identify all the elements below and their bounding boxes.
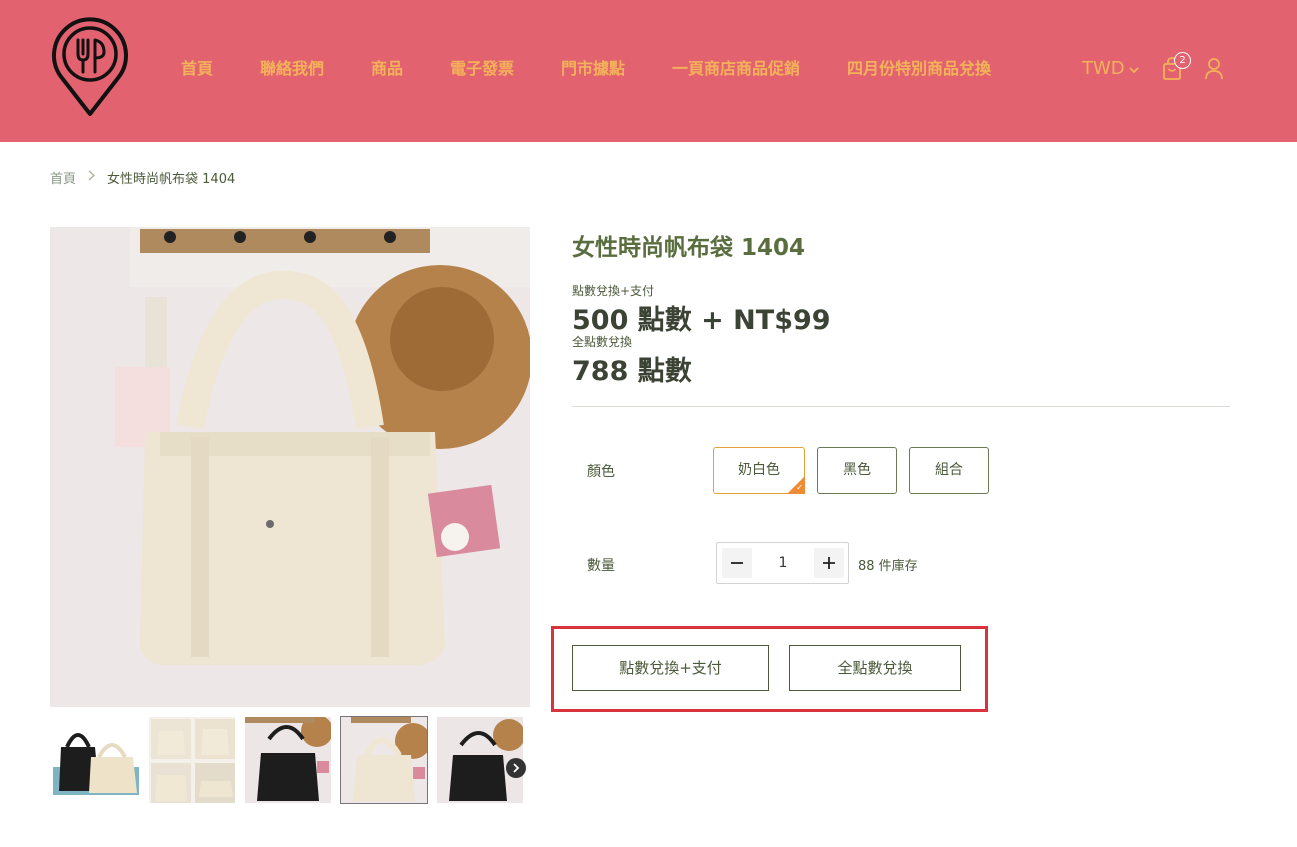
- breadcrumb-home[interactable]: 首頁: [50, 168, 76, 187]
- plus-icon: [822, 551, 836, 576]
- store-logo[interactable]: [50, 16, 130, 118]
- currency-selector[interactable]: TWD: [1082, 58, 1139, 79]
- thumbnails-next-button[interactable]: [506, 758, 526, 778]
- quantity-decrease-button[interactable]: [722, 548, 752, 578]
- check-icon: ✓: [796, 483, 803, 492]
- nav-item-e-invoice[interactable]: 電子發票: [450, 58, 514, 80]
- chevron-down-icon: [1129, 58, 1139, 79]
- breadcrumb: 首頁 女性時尚帆布袋 1404: [50, 168, 235, 187]
- color-option-black[interactable]: 黑色: [817, 447, 897, 494]
- redeem-points-plus-pay-button[interactable]: 點數兌換+支付: [572, 645, 769, 691]
- minus-icon: [730, 551, 744, 576]
- cart-count-badge: 2: [1174, 52, 1191, 69]
- color-option-combo[interactable]: 組合: [909, 447, 989, 494]
- quantity-input[interactable]: [757, 549, 809, 577]
- user-icon: [1203, 58, 1225, 85]
- thumbnail-3[interactable]: [244, 716, 332, 804]
- divider: [572, 406, 1230, 407]
- nav-item-products[interactable]: 商品: [371, 58, 403, 80]
- cart-button[interactable]: 2: [1162, 52, 1191, 82]
- color-option-cream[interactable]: 奶白色 ✓: [713, 447, 805, 494]
- thumbnail-1[interactable]: [52, 716, 140, 804]
- product-thumbnails: [50, 716, 530, 806]
- product-title: 女性時尚帆布袋 1404: [572, 235, 806, 261]
- user-account-button[interactable]: [1203, 57, 1225, 81]
- nav-item-home[interactable]: 首頁: [181, 58, 213, 80]
- price-full-points: 788 點數: [572, 356, 692, 387]
- price-points-plus-pay: 500 點數 + NT$99: [572, 305, 831, 336]
- quantity-label: 數量: [587, 558, 615, 574]
- nav-item-stores[interactable]: 門市據點: [561, 58, 625, 80]
- breadcrumb-current: 女性時尚帆布袋 1404: [107, 172, 236, 187]
- thumbnail-2[interactable]: [148, 716, 236, 804]
- nav-item-contact[interactable]: 聯絡我們: [260, 58, 324, 80]
- redeem-full-points-button[interactable]: 全點數兌換: [789, 645, 961, 691]
- chevron-right-icon: [88, 170, 95, 185]
- color-option-label: 組合: [935, 462, 963, 478]
- site-header: 首頁 聯絡我們 商品 電子發票 門市據點 一頁商店商品促銷 四月份特別商品兌換 …: [0, 0, 1297, 142]
- product-main-image[interactable]: [50, 227, 530, 707]
- color-option-label: 奶白色: [738, 462, 780, 478]
- quantity-stepper: [716, 542, 849, 584]
- price-option-label-points-plus-pay: 點數兌換+支付: [572, 284, 655, 298]
- stock-count: 88 件庫存: [858, 559, 918, 574]
- color-option-label: 黑色: [843, 462, 871, 478]
- nav-item-april-redeem[interactable]: 四月份特別商品兌換: [847, 58, 991, 80]
- price-option-label-full-points: 全點數兌換: [572, 335, 633, 349]
- thumbnail-4-selected[interactable]: [340, 716, 428, 804]
- chevron-right-icon: [512, 762, 520, 776]
- quantity-increase-button[interactable]: [814, 548, 844, 578]
- color-label: 顏色: [587, 464, 615, 480]
- nav-item-one-page-promo[interactable]: 一頁商店商品促銷: [672, 58, 800, 80]
- currency-label: TWD: [1082, 58, 1125, 79]
